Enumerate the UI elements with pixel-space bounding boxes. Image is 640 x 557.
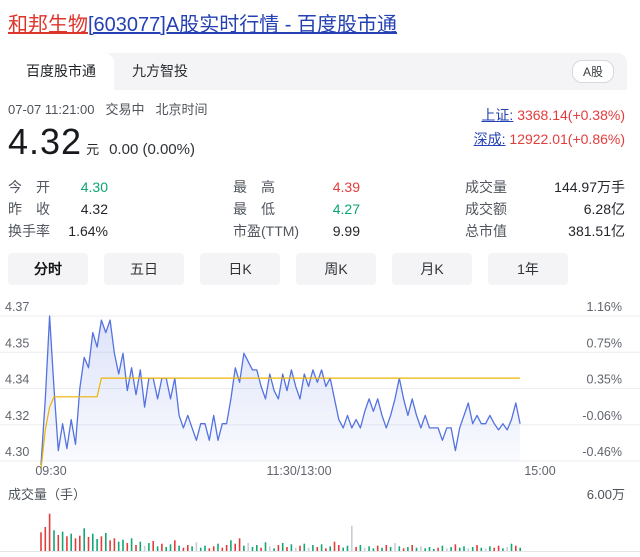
svg-text:15:00: 15:00	[524, 464, 555, 478]
stat-market-cap: 总市值 381.51亿	[465, 220, 625, 242]
shenzhen-index-link[interactable]: 深成:	[474, 131, 506, 147]
shenzhen-index-value: 12922.01(+0.86%)	[509, 131, 625, 147]
stat-prev-close: 昨 收 4.32	[8, 198, 108, 220]
y-axis-percent-labels: 1.16% 0.75% 0.35% -0.06% -0.46%	[582, 300, 622, 459]
x-axis-time-labels: 09:30 11:30/13:00 15:00	[35, 464, 555, 478]
svg-text:09:30: 09:30	[35, 464, 66, 478]
svg-text:0.75%: 0.75%	[587, 336, 622, 350]
quote-header: 07-07 11:21:00 交易中北京时间 4.32 元 0.00 (0.00%…	[0, 90, 640, 163]
stats-col-1: 今 开 4.30 昨 收 4.32 换手率 1.64%	[8, 176, 108, 242]
volume-bars	[40, 514, 521, 551]
stats-grid: 今 开 4.30 昨 收 4.32 换手率 1.64% 最 高 4.39 最 低…	[0, 163, 640, 242]
svg-text:11:30/13:00: 11:30/13:00	[266, 464, 331, 478]
period-tab-1year[interactable]: 1年	[488, 253, 568, 285]
stat-high: 最 高 4.39	[233, 176, 360, 198]
page-title-link[interactable]: 和邦生物[603077]A股实时行情 - 百度股市通	[8, 13, 640, 38]
svg-text:-0.06%: -0.06%	[582, 409, 622, 423]
period-tab-monthly-k[interactable]: 月K	[392, 253, 472, 285]
volume-max-label: 6.00万	[587, 484, 625, 503]
stat-turnover-rate: 换手率 1.64%	[8, 220, 108, 242]
period-tab-daily-k[interactable]: 日K	[200, 253, 280, 285]
stats-col-3: 成交量 144.97万手 成交额 6.28亿 总市值 381.51亿	[465, 176, 625, 242]
current-price: 4.32	[8, 121, 82, 163]
price-row: 4.32 元 0.00 (0.00%)	[8, 121, 219, 163]
period-tab-5day[interactable]: 五日	[104, 253, 184, 285]
svg-text:-0.46%: -0.46%	[582, 445, 622, 459]
svg-text:4.30: 4.30	[5, 445, 29, 459]
period-tabs: 分时 五日 日K 周K 月K 1年	[0, 242, 640, 285]
index-row-shenzhen: 深成: 12922.01(+0.86%)	[474, 127, 625, 151]
stats-col-2: 最 高 4.39 最 低 4.27 市盈(TTM) 9.99	[233, 176, 360, 242]
trading-status: 交易中	[106, 102, 145, 117]
market-badge[interactable]: A股	[572, 60, 614, 83]
shanghai-index-link[interactable]: 上证:	[481, 107, 513, 123]
title-rest-link[interactable]: [603077]A股实时行情 - 百度股市通	[88, 14, 397, 36]
quote-datetime: 07-07 11:21:00	[8, 102, 95, 117]
index-quotes: 上证: 3368.14(+0.38%) 深成: 12922.01(+0.86%)	[474, 103, 625, 163]
volume-header: 成交量（手） 6.00万	[0, 479, 640, 503]
timeline-chart[interactable]: 4.37 4.35 4.34 4.32 4.30 1.16% 0.75% 0.35% -0.0…	[0, 293, 640, 479]
price-change: 0.00 (0.00%)	[109, 141, 195, 158]
stat-volume: 成交量 144.97万手	[465, 176, 625, 198]
period-tab-intraday[interactable]: 分时	[8, 253, 88, 285]
quote-left: 07-07 11:21:00 交易中北京时间 4.32 元 0.00 (0.00%…	[8, 99, 219, 163]
stat-open: 今 开 4.30	[8, 176, 108, 198]
shanghai-index-value: 3368.14(+0.38%)	[517, 107, 625, 123]
volume-axis-title: 成交量（手）	[8, 484, 86, 503]
stat-amount: 成交额 6.28亿	[465, 198, 625, 220]
tab-baidu-gushitong[interactable]: 百度股市通	[8, 53, 114, 90]
stock-quote-page: { "page_title": { "stock": "和邦生物", "rest…	[0, 13, 640, 556]
svg-text:4.34: 4.34	[5, 373, 29, 387]
svg-text:0.35%: 0.35%	[587, 373, 622, 387]
svg-text:4.32: 4.32	[5, 409, 29, 423]
stat-low: 最 低 4.27	[233, 198, 360, 220]
svg-text:1.16%: 1.16%	[587, 300, 622, 314]
index-row-shanghai: 上证: 3368.14(+0.38%)	[474, 103, 625, 127]
source-tabstrip: 百度股市通 九方智投 A股	[8, 53, 627, 90]
y-axis-price-labels: 4.37 4.35 4.34 4.32 4.30	[5, 300, 29, 459]
tab-jiufang-zhitou[interactable]: 九方智投	[114, 53, 206, 90]
quote-time-row: 07-07 11:21:00 交易中北京时间	[8, 99, 219, 118]
period-tab-weekly-k[interactable]: 周K	[296, 253, 376, 285]
price-unit: 元	[86, 139, 99, 158]
stock-name-link[interactable]: 和邦生物	[8, 14, 88, 36]
svg-text:4.35: 4.35	[5, 336, 29, 350]
volume-chart[interactable]	[0, 506, 640, 557]
timezone-label: 北京时间	[156, 102, 208, 117]
stat-pe-ttm: 市盈(TTM) 9.99	[233, 220, 360, 242]
svg-text:4.37: 4.37	[5, 300, 29, 314]
